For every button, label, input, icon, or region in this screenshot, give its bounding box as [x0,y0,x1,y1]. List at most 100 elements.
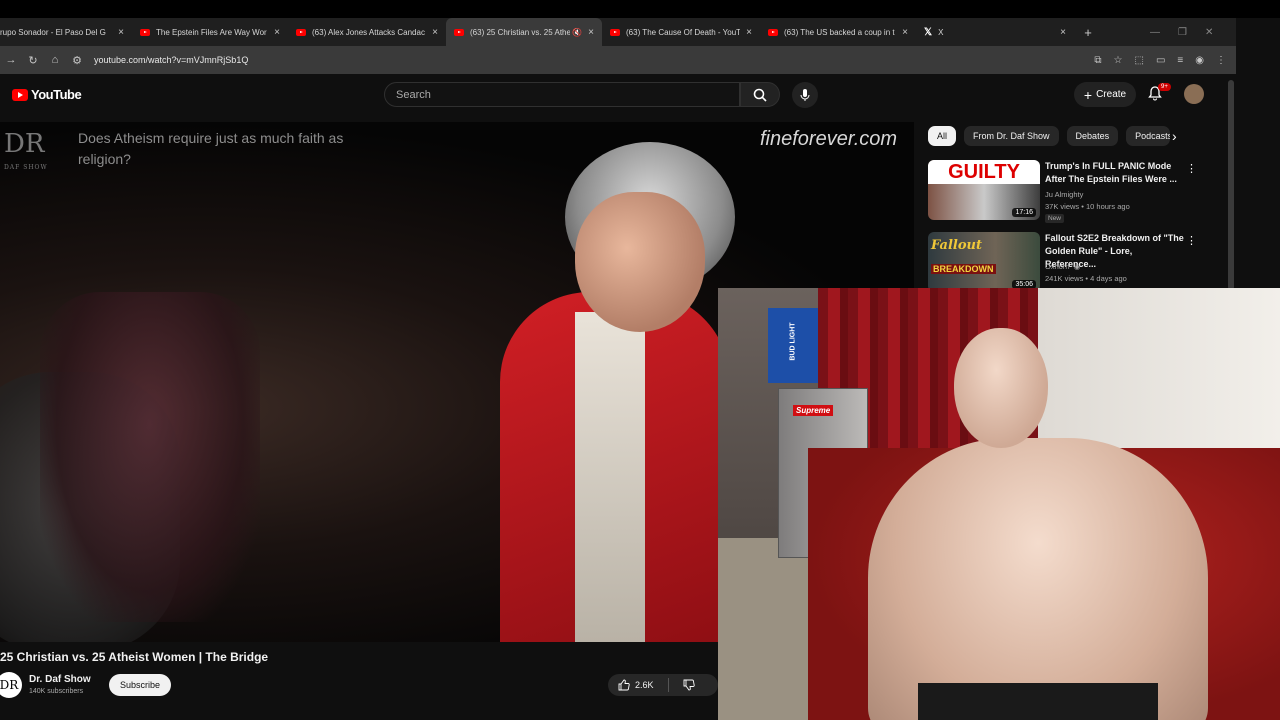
muted-speaker-icon[interactable]: 🔇 [572,28,582,37]
tab-title: The Epstein Files Are Way Wor [156,27,267,37]
video-figure-background [40,292,260,622]
close-icon[interactable]: × [902,27,908,38]
search-icon [753,88,767,102]
youtube-logo[interactable]: YouTube [12,87,82,102]
home-icon[interactable]: ⌂ [44,54,66,66]
extensions-icon[interactable]: ⬚ [1135,55,1144,66]
tab-2[interactable]: (63) Alex Jones Attacks Candac × [288,18,446,46]
like-button[interactable]: 2.6K [618,679,654,691]
reload-icon[interactable]: ↻ [22,54,44,67]
forward-icon[interactable]: → [0,54,22,66]
window-close-icon[interactable]: ✕ [1205,27,1213,38]
new-badge: New [1045,214,1065,223]
recommendation-chips: All From Dr. Daf Show Debates Podcasts [928,126,1171,146]
recommendation-item[interactable]: GUILTY 17:16 Trump's In FULL PANIC Mode … [928,160,1228,223]
video-caption: Does Atheism require just as much faith … [78,130,344,167]
minimize-icon[interactable]: — [1150,27,1160,38]
create-label: Create [1096,89,1127,100]
watermark-logo: DR [4,129,45,159]
webcam-bud-light-box: BUD LIGHT [768,308,818,383]
top-black-strip [0,0,1280,18]
tab-3[interactable]: (63) 25 Christian vs. 25 Athe 🔇 × [446,18,602,46]
microphone-icon [800,89,810,101]
channel-avatar[interactable]: DR [0,672,22,698]
recommendation-thumbnail[interactable]: GUILTY 17:16 [928,160,1040,220]
youtube-favicon-icon [454,28,464,36]
tab-title: rupo Sonador - El Paso Del G [0,27,106,37]
tab-title: (63) Alex Jones Attacks Candac [312,27,425,37]
media-controls-icon[interactable]: ≡ [1177,55,1183,66]
tab-0[interactable]: rupo Sonador - El Paso Del G × [0,18,132,46]
tab-title: (63) 25 Christian vs. 25 Athe [470,27,571,37]
close-icon[interactable]: × [432,27,438,38]
new-tab-button[interactable]: + [1074,25,1102,40]
url-field[interactable]: youtube.com/watch?v=mVJmnRjSb1Q [94,55,248,65]
notification-badge: 9+ [1158,83,1171,91]
more-options-icon[interactable]: ⋮ [1186,234,1197,247]
browser-menu-icon[interactable]: ⋮ [1216,55,1226,66]
chip-from-channel[interactable]: From Dr. Daf Show [964,126,1059,146]
channel-label: Oxhorn [1045,262,1070,271]
webcam-overlay: BUD LIGHT Supreme [718,288,1280,720]
thumbnail-headline: BREAKDOWN [931,264,996,274]
search-input[interactable]: Search [384,82,740,107]
channel-subscribers: 140K subscribers [29,688,84,695]
youtube-play-icon [12,88,28,101]
maximize-icon[interactable]: ❐ [1178,27,1187,38]
chip-debates[interactable]: Debates [1066,126,1119,146]
watermark-sub: DAF SHOW [4,164,48,171]
channel-name[interactable]: Dr. Daf Show [29,674,91,685]
page-scrollbar[interactable] [1228,80,1234,290]
tab-4[interactable]: (63) The Cause Of Death - YouT × [602,18,760,46]
close-icon[interactable]: × [274,27,280,38]
profile-icon[interactable]: ◉ [1195,55,1204,66]
youtube-favicon-icon [610,28,620,36]
close-icon[interactable]: × [588,27,594,38]
address-bar-icons: ⧉ ☆ ⬚ ▭ ≡ ◉ ⋮ [1094,46,1226,74]
chip-podcasts[interactable]: Podcasts [1126,126,1171,146]
tab-1[interactable]: The Epstein Files Are Way Wor × [132,18,288,46]
split-view-icon[interactable]: ▭ [1156,55,1165,66]
create-button[interactable]: + Create [1074,82,1136,107]
thumbnail-headline: GUILTY [928,160,1040,184]
tab-5[interactable]: (63) The US backed a coup in t × [760,18,916,46]
like-separator [667,678,669,692]
webcam-person-torso [868,438,1208,720]
recommendation-title[interactable]: Trump's In FULL PANIC Mode After The Eps… [1045,160,1185,186]
thumbs-down-icon[interactable] [683,679,695,691]
youtube-header: YouTube Search + Create 9+ [0,78,1230,112]
recommendation-meta: 37K views • 10 hours ago [1045,202,1130,211]
recommendation-thumbnail[interactable]: Fallout BREAKDOWN 35:06 [928,232,1040,292]
webcam-person-head [954,328,1048,448]
subscribe-button[interactable]: Subscribe [109,674,171,696]
bookmark-star-icon[interactable]: ☆ [1114,55,1123,66]
tab-6[interactable]: 𝕏 X × [916,18,1074,46]
account-avatar[interactable] [1184,84,1204,104]
youtube-favicon-icon [296,28,306,36]
search-button[interactable] [740,82,780,107]
chip-all[interactable]: All [928,126,957,146]
site-settings-icon[interactable]: ⚙ [66,54,88,67]
chevron-right-icon[interactable]: › [1172,128,1177,144]
like-count: 2.6K [635,680,654,690]
recommendation-channel[interactable]: Oxhorn ◉ [1045,262,1080,271]
webcam-white-wall [1038,288,1280,458]
tab-title: X [938,27,944,37]
recommendation-meta: 241K views • 4 days ago [1045,274,1127,283]
close-icon[interactable]: × [746,27,752,38]
voice-search-button[interactable] [792,82,818,108]
tab-bar: rupo Sonador - El Paso Del G × The Epste… [0,18,1236,46]
close-icon[interactable]: × [1060,27,1066,38]
install-app-icon[interactable]: ⧉ [1094,55,1101,66]
recommendation-channel[interactable]: Ju Almighty [1045,190,1083,199]
more-options-icon[interactable]: ⋮ [1186,162,1197,175]
recommendation-item[interactable]: Fallout BREAKDOWN 35:06 Fallout S2E2 Bre… [928,232,1228,292]
bud-light-label: BUD LIGHT [789,322,797,361]
thumbs-up-icon [618,679,630,691]
video-site-watermark: fineforever.com [760,128,898,150]
supreme-sticker: Supreme [793,405,834,416]
x-logo-icon: 𝕏 [924,26,933,38]
like-dislike-group: 2.6K [608,674,718,696]
video-title: 25 Christian vs. 25 Atheist Women | The … [0,650,269,664]
close-icon[interactable]: × [118,27,124,38]
